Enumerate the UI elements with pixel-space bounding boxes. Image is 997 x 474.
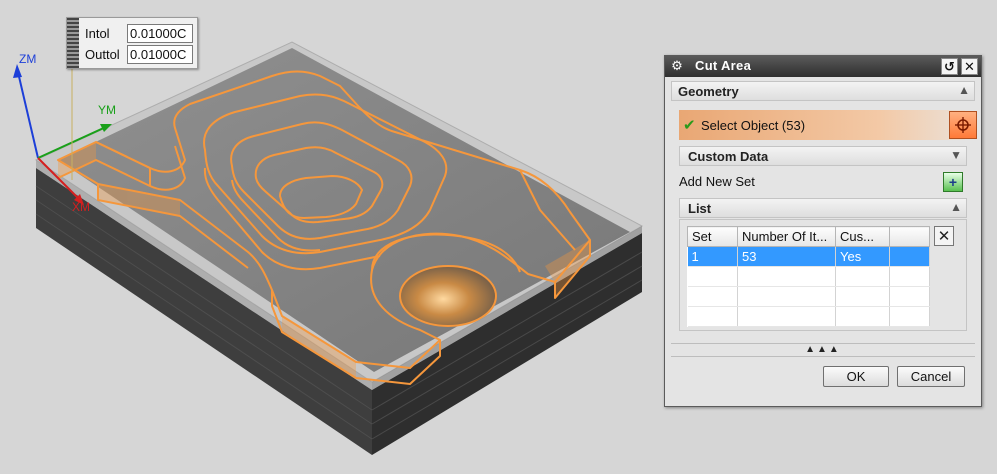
xm-axis-label: XM bbox=[72, 200, 90, 214]
geometry-label: Geometry bbox=[678, 83, 739, 99]
cut-area-dialog: ⚙ Cut Area ↺ ✕ Geometry ▲ ✔ Select Objec… bbox=[664, 55, 982, 407]
checkmark-icon: ✔ bbox=[683, 117, 696, 134]
expand-more-options[interactable]: ▲▲▲ bbox=[671, 343, 975, 357]
empty-row bbox=[687, 286, 930, 307]
table-row[interactable]: 1 53 Yes bbox=[687, 246, 930, 267]
ok-button[interactable]: OK bbox=[823, 366, 889, 387]
add-new-set-label: Add New Set bbox=[679, 174, 755, 189]
sets-table: Set Number Of It... Cus... 1 53 Yes bbox=[687, 226, 930, 327]
cell-set: 1 bbox=[687, 246, 738, 267]
outtol-input[interactable]: 0.01000C bbox=[127, 44, 193, 64]
chevron-down-icon[interactable]: ▼ bbox=[950, 148, 962, 162]
column-header-number-of-items[interactable]: Number Of It... bbox=[737, 226, 836, 247]
outtol-label: Outtol bbox=[85, 46, 120, 62]
crosshair-icon[interactable] bbox=[949, 111, 977, 139]
reset-icon[interactable]: ↺ bbox=[941, 58, 958, 75]
empty-row bbox=[687, 306, 930, 327]
cancel-button[interactable]: Cancel bbox=[897, 366, 965, 387]
table-header-row: Set Number Of It... Cus... bbox=[687, 226, 930, 247]
custom-data-label: Custom Data bbox=[688, 148, 769, 164]
ym-axis-label: YM bbox=[98, 103, 116, 117]
chevron-up-icon[interactable]: ▲ bbox=[950, 200, 962, 214]
custom-data-header[interactable]: Custom Data ▼ bbox=[679, 146, 967, 166]
list-panel: Set Number Of It... Cus... 1 53 Yes ✕ bbox=[679, 219, 967, 331]
chevron-up-icon[interactable]: ▲ bbox=[958, 83, 970, 97]
column-header-blank bbox=[889, 226, 930, 247]
circular-pocket bbox=[399, 265, 497, 327]
delete-icon[interactable]: ✕ bbox=[934, 226, 954, 246]
list-label: List bbox=[688, 200, 712, 216]
intol-input[interactable]: 0.01000C bbox=[127, 23, 193, 43]
z-axis bbox=[16, 67, 39, 159]
geometry-section-header[interactable]: Geometry ▲ bbox=[671, 81, 975, 101]
zm-axis-label: ZM bbox=[19, 52, 37, 66]
drag-grip-handle[interactable] bbox=[67, 18, 79, 68]
add-icon[interactable]: + bbox=[943, 172, 963, 192]
empty-row bbox=[687, 266, 930, 287]
select-object-label: Select Object (53) bbox=[701, 117, 806, 133]
column-header-set[interactable]: Set bbox=[687, 226, 738, 247]
close-icon[interactable]: ✕ bbox=[961, 58, 978, 75]
list-section-header[interactable]: List ▲ bbox=[679, 198, 967, 218]
outtol-row: Outtol 0.01000C bbox=[85, 44, 193, 64]
column-header-custom[interactable]: Cus... bbox=[835, 226, 890, 247]
tolerance-popup: Intol 0.01000C Outtol 0.01000C bbox=[66, 17, 198, 69]
cell-count: 53 bbox=[737, 246, 836, 267]
cell-custom: Yes bbox=[835, 246, 890, 267]
dialog-titlebar[interactable]: ⚙ Cut Area ↺ ✕ bbox=[665, 56, 981, 77]
gear-icon[interactable]: ⚙ bbox=[669, 58, 685, 74]
dialog-title: Cut Area bbox=[695, 58, 752, 73]
intol-row: Intol 0.01000C bbox=[85, 23, 193, 43]
select-object-row[interactable]: ✔ Select Object (53) bbox=[679, 110, 977, 140]
intol-label: Intol bbox=[85, 25, 110, 41]
